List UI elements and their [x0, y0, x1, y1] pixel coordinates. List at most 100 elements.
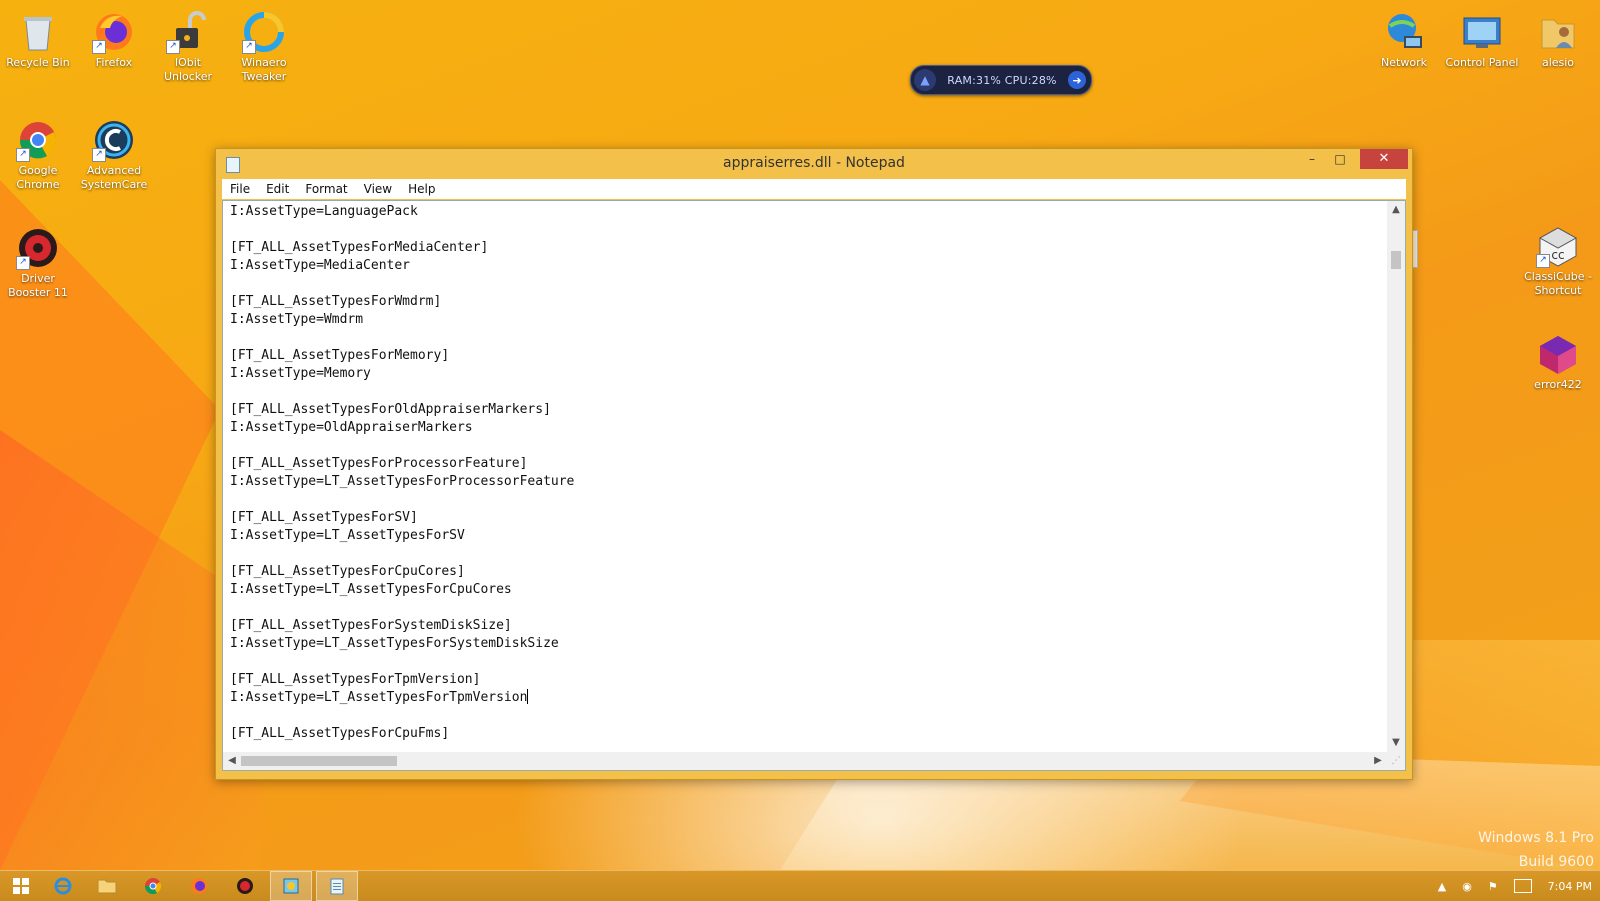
shortcut-arrow-icon: ↗ — [92, 40, 106, 54]
text-line: I:AssetType=LT_AssetTypesForProcessorFea… — [230, 474, 575, 489]
text-line: I:AssetType=MediaCenter — [230, 258, 411, 273]
desktop-icon-network[interactable]: Network — [1366, 6, 1442, 70]
text-line — [230, 437, 1387, 455]
chrome-icon: ↗ — [16, 118, 60, 162]
arrow-right-icon[interactable]: ➜ — [1068, 71, 1086, 89]
desktop-icon-label: Winaero Tweaker — [241, 56, 287, 83]
text-line: I:AssetType=LT_AssetTypesForSV — [230, 528, 465, 543]
menu-edit[interactable]: Edit — [258, 182, 297, 196]
system-monitor-widget[interactable]: ▲ RAM:31% CPU:28% ➜ — [910, 65, 1092, 95]
taskbar-chrome[interactable] — [132, 871, 174, 901]
systemcare-icon: ↗ — [92, 118, 136, 162]
vertical-scroll-thumb[interactable] — [1391, 251, 1401, 269]
close-button[interactable]: ✕ — [1360, 149, 1408, 169]
text-line: I:AssetType=LT_AssetTypesForSystemDiskSi… — [230, 636, 559, 651]
shortcut-arrow-icon: ↗ — [16, 148, 30, 162]
desktop-icon-google-chrome[interactable]: ↗ Google Chrome — [0, 114, 76, 192]
shortcut-arrow-icon: ↗ — [16, 256, 30, 270]
scroll-right-icon[interactable]: ▶ — [1369, 752, 1387, 770]
text-line: I:AssetType=LT_AssetTypesForTpmVersion — [230, 689, 529, 705]
desktop-icon-winaero-tweaker[interactable]: ↗ Winaero Tweaker — [226, 6, 302, 84]
recycle-bin-icon — [16, 10, 60, 54]
scroll-left-icon[interactable]: ◀ — [223, 752, 241, 770]
text-line: [FT_ALL_AssetTypesForSystemDiskSize] — [230, 618, 512, 633]
cube-image-icon — [1536, 332, 1580, 376]
desktop-icon-advanced-systemcare[interactable]: ↗ Advanced SystemCare — [76, 114, 152, 192]
text-area[interactable]: I:AssetType=LanguagePack [FT_ALL_AssetTy… — [223, 201, 1387, 752]
watermark-edition: Windows 8.1 Pro — [1478, 830, 1594, 846]
taskbar-firefox[interactable] — [178, 871, 220, 901]
desktop-icon-recycle-bin[interactable]: Recycle Bin — [0, 6, 76, 70]
desktop-icon-classicube[interactable]: cc ↗ ClassiCube - Shortcut — [1520, 220, 1596, 298]
rocket-icon: ▲ — [914, 69, 936, 91]
notepad-window[interactable]: appraiserres.dll - Notepad – □ ✕ File Ed… — [215, 148, 1413, 780]
desktop: Recycle Bin ↗ Firefox ↗ IObit Unlocker ↗… — [0, 0, 1600, 870]
text-line: [FT_ALL_AssetTypesForCpuFms] — [230, 726, 450, 741]
scroll-up-icon[interactable]: ▲ — [1387, 201, 1405, 219]
desktop-icon-driver-booster[interactable]: ↗ Driver Booster 11 — [0, 222, 76, 300]
taskbar-notepad[interactable] — [316, 871, 358, 901]
menu-bar: File Edit Format View Help — [222, 179, 1406, 199]
text-line: [FT_ALL_AssetTypesForMediaCenter] — [230, 240, 489, 255]
horizontal-scroll-thumb[interactable] — [241, 756, 397, 766]
notepad-icon — [330, 878, 344, 895]
maximize-button[interactable]: □ — [1326, 149, 1354, 169]
text-line — [230, 275, 1387, 293]
text-caret — [527, 689, 529, 704]
menu-help[interactable]: Help — [400, 182, 443, 196]
system-tray: ▲ ◉ ⚑ 7:04 PM — [1430, 871, 1600, 901]
taskbar-internet-explorer[interactable] — [42, 871, 84, 901]
desktop-icon-label: Driver Booster 11 — [8, 272, 68, 299]
title-bar[interactable]: appraiserres.dll - Notepad – □ ✕ — [216, 149, 1412, 179]
desktop-icon-label: Recycle Bin — [6, 56, 70, 69]
desktop-icon-label: error422 — [1534, 378, 1582, 391]
control-panel-icon — [1460, 10, 1504, 54]
scroll-down-icon[interactable]: ▼ — [1387, 734, 1405, 752]
network-tray-icon[interactable] — [1513, 879, 1532, 893]
text-line — [230, 383, 1387, 401]
action-center-flag-icon[interactable]: ⚑ — [1488, 880, 1498, 893]
text-line — [230, 653, 1387, 671]
text-line: I:AssetType=Memory — [230, 366, 371, 381]
desktop-icon-label: ClassiCube - Shortcut — [1524, 270, 1592, 297]
desktop-icon-user-folder[interactable]: alesio — [1520, 6, 1596, 70]
text-line: I:AssetType=LT_AssetTypesForCpuCores — [230, 582, 512, 597]
text-line: [FT_ALL_AssetTypesForOldAppraiserMarkers… — [230, 402, 551, 417]
desktop-icon-label: Control Panel — [1445, 56, 1519, 69]
clock[interactable]: 7:04 PM — [1548, 880, 1592, 893]
taskbar-driver-booster[interactable] — [224, 871, 266, 901]
desktop-icon-label: Advanced SystemCare — [80, 164, 148, 191]
text-line: I:AssetType=OldAppraiserMarkers — [230, 420, 473, 435]
taskbar-file-explorer[interactable] — [86, 871, 128, 901]
tray-app-icon[interactable]: ◉ — [1462, 880, 1472, 893]
text-line — [230, 545, 1387, 563]
show-hidden-icons-icon[interactable]: ▲ — [1438, 880, 1446, 893]
driver-booster-icon — [237, 878, 253, 894]
text-line: [FT_ALL_AssetTypesForSV] — [230, 510, 418, 525]
minimize-button[interactable]: – — [1298, 149, 1326, 169]
text-line: [FT_ALL_AssetTypesForTpmVersion] — [230, 672, 481, 687]
menu-file[interactable]: File — [222, 182, 258, 196]
desktop-icon-iobit-unlocker[interactable]: ↗ IObit Unlocker — [150, 6, 226, 84]
text-editor[interactable]: I:AssetType=LanguagePack [FT_ALL_AssetTy… — [222, 200, 1406, 771]
start-button[interactable] — [0, 871, 42, 901]
text-line: [FT_ALL_AssetTypesForCpuCores] — [230, 564, 465, 579]
unlocker-icon: ↗ — [166, 10, 210, 54]
windows-watermark: Windows 8.1 Pro Build 9600 — [1478, 826, 1594, 870]
resize-grip-icon[interactable]: ⋰ — [1387, 752, 1405, 770]
svg-text:cc: cc — [1551, 248, 1564, 262]
shortcut-arrow-icon: ↗ — [1536, 254, 1550, 268]
horizontal-scrollbar[interactable]: ◀ ▶ — [223, 752, 1387, 770]
taskbar-winaero[interactable] — [270, 871, 312, 901]
vertical-scrollbar[interactable]: ▲ ▼ — [1387, 201, 1405, 752]
text-line: [FT_ALL_AssetTypesForWmdrm] — [230, 294, 442, 309]
menu-format[interactable]: Format — [297, 182, 355, 196]
desktop-icon-firefox[interactable]: ↗ Firefox — [76, 6, 152, 70]
widget-text: RAM:31% CPU:28% — [947, 73, 1057, 87]
menu-view[interactable]: View — [356, 182, 400, 196]
text-line: [FT_ALL_AssetTypesForProcessorFeature] — [230, 456, 528, 471]
file-explorer-icon — [97, 879, 117, 894]
desktop-icon-control-panel[interactable]: Control Panel — [1444, 6, 1520, 70]
desktop-icon-error422[interactable]: error422 — [1520, 328, 1596, 392]
text-line: I:AssetType=LanguagePack — [230, 204, 418, 219]
